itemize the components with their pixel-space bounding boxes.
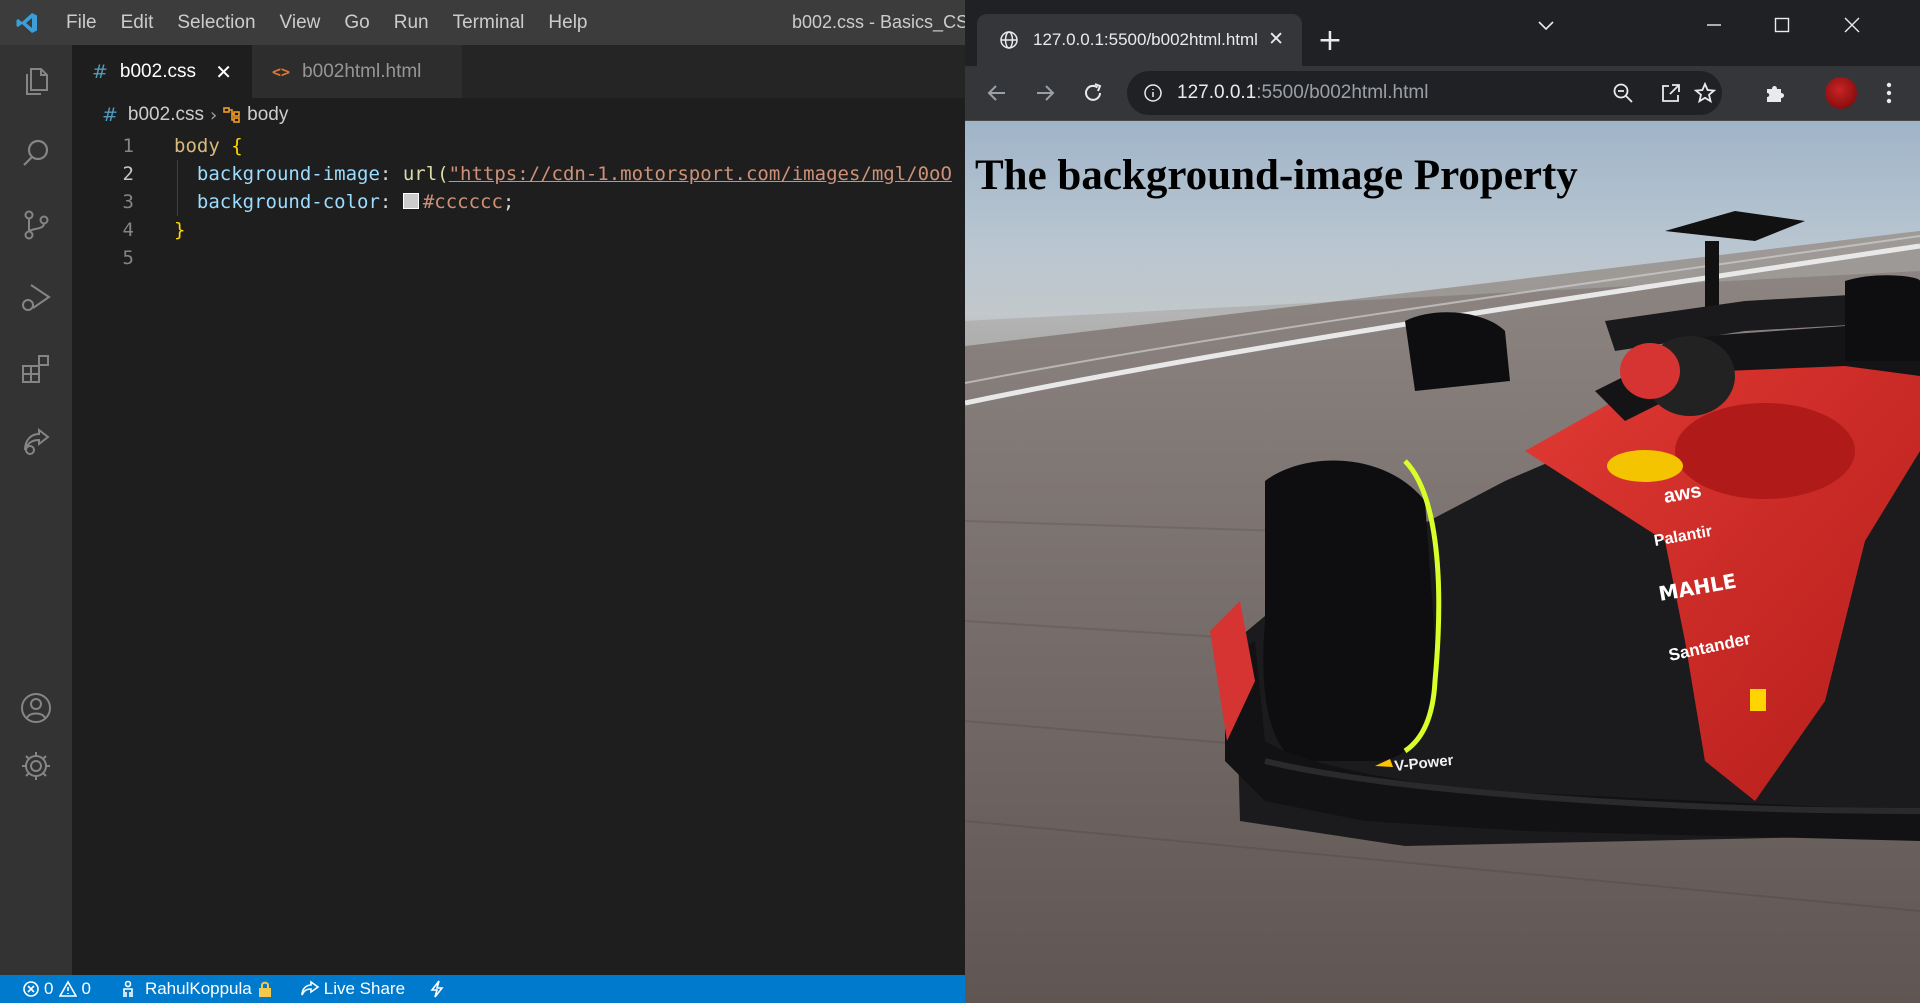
problems-indicator[interactable]: 0 0 <box>0 975 103 1003</box>
symbol-structure-icon <box>223 106 241 124</box>
html-file-icon: <> <box>272 62 291 81</box>
bookmark-star-icon[interactable] <box>1689 77 1721 109</box>
new-tab-button[interactable]: + <box>1312 22 1348 58</box>
semicolon: ; <box>502 191 515 213</box>
extensions-icon[interactable] <box>0 333 72 405</box>
more-menu-icon[interactable] <box>1871 75 1907 111</box>
warning-count: 0 <box>81 979 91 998</box>
profile-avatar[interactable] <box>1825 77 1857 109</box>
run-debug-icon[interactable] <box>0 261 72 333</box>
menubar: File Edit Selection View Go Run Terminal… <box>54 0 600 45</box>
live-share-label: Live Share <box>323 979 406 998</box>
close-window-icon[interactable] <box>1819 0 1885 50</box>
address-bar[interactable]: 127.0.0.1:5500/b002html.html <box>1127 71 1722 115</box>
line-number: 1 <box>122 135 134 157</box>
minimize-icon[interactable] <box>1681 0 1747 50</box>
breadcrumb: # b002.css › body <box>102 100 288 130</box>
color-swatch[interactable] <box>402 193 419 209</box>
browser-tabstrip: 127.0.0.1:5500/b002html.html ✕ + <box>965 0 1920 66</box>
maximize-icon[interactable] <box>1749 0 1815 50</box>
status-bar: 0 0 RahulKoppula Live Share <box>0 975 965 1003</box>
extensions-puzzle-icon[interactable] <box>1757 75 1793 111</box>
css-file-icon: # <box>102 104 118 126</box>
browser-tab[interactable]: 127.0.0.1:5500/b002html.html ✕ <box>977 14 1302 66</box>
css-color-value: #cccccc <box>422 191 503 213</box>
share-icon[interactable] <box>1655 77 1687 109</box>
warning-icon <box>59 980 78 997</box>
menu-edit[interactable]: Edit <box>109 0 166 45</box>
breadcrumb-file[interactable]: b002.css <box>128 104 204 126</box>
browser-tab-title: 127.0.0.1:5500/b002html.html <box>1033 30 1258 49</box>
background-photo: V-Power aws Palantir MAHLE Santander <box>965 211 1920 1003</box>
vscode-logo-icon <box>0 0 54 45</box>
menu-terminal[interactable]: Terminal <box>441 0 537 45</box>
live-share-icon[interactable] <box>0 405 72 477</box>
zoom-icon[interactable] <box>1607 77 1639 109</box>
menu-file[interactable]: File <box>54 0 109 45</box>
browser-window: 127.0.0.1:5500/b002html.html ✕ + 127.0.0… <box>965 0 1920 1003</box>
menu-help[interactable]: Help <box>536 0 599 45</box>
breadcrumb-symbol[interactable]: body <box>247 104 288 126</box>
brace-close: } <box>174 219 186 241</box>
tab-b002-css[interactable]: # b002.css ✕ <box>72 45 252 98</box>
browser-toolbar: 127.0.0.1:5500/b002html.html <box>965 66 1920 121</box>
window-title: b002.css - Basics_CSS <box>792 12 965 32</box>
search-icon[interactable] <box>0 117 72 189</box>
tab-label: b002html.html <box>302 60 422 82</box>
menu-selection[interactable]: Selection <box>165 0 267 45</box>
menu-go[interactable]: Go <box>332 0 381 45</box>
back-arrow-icon[interactable] <box>979 75 1015 111</box>
css-selector: body <box>174 135 220 157</box>
editor-tabs: # b002.css ✕ <> b002html.html <box>72 45 965 98</box>
brace-open: { <box>231 135 243 157</box>
menu-view[interactable]: View <box>268 0 333 45</box>
url-text: 127.0.0.1:5500/b002html.html <box>1177 82 1428 104</box>
css-function: url( <box>402 163 449 185</box>
page-viewport: V-Power aws Palantir MAHLE Santander The… <box>965 121 1920 1003</box>
tab-search-chevron-icon[interactable] <box>1513 0 1579 50</box>
tab-label: b002.css <box>119 60 196 82</box>
lightning-icon <box>430 980 444 998</box>
explorer-icon[interactable] <box>0 45 72 117</box>
code-editor[interactable]: 1 body { 2 background-image: url("https:… <box>72 132 965 972</box>
css-property: background-color <box>196 191 380 213</box>
vscode-window: File Edit Selection View Go Run Terminal… <box>0 0 965 1003</box>
close-tab-icon[interactable]: ✕ <box>215 60 232 84</box>
css-file-icon: # <box>92 60 108 83</box>
css-url-string[interactable]: "https://cdn-1.motorsport.com/images/mgl… <box>449 163 952 185</box>
forward-arrow-icon[interactable] <box>1027 75 1063 111</box>
live-server-status[interactable] <box>417 975 461 1003</box>
error-count: 0 <box>44 979 54 998</box>
live-share-icon <box>300 980 320 996</box>
line-number: 4 <box>122 219 134 241</box>
reload-icon[interactable] <box>1075 75 1111 111</box>
close-tab-icon[interactable]: ✕ <box>1268 28 1284 50</box>
error-icon <box>23 981 39 997</box>
activity-bar <box>0 45 72 975</box>
tab-b002html-html[interactable]: <> b002html.html <box>252 45 462 98</box>
user-name: RahulKoppula <box>144 979 252 998</box>
line-number: 2 <box>122 163 134 185</box>
line-number: 5 <box>122 247 134 269</box>
site-info-icon[interactable] <box>1143 83 1163 103</box>
account-status[interactable]: RahulKoppula <box>103 975 288 1003</box>
url-host: 127.0.0.1 <box>1177 82 1257 103</box>
line-number: 3 <box>122 191 134 213</box>
lock-icon <box>258 981 276 997</box>
chevron-right-icon: › <box>209 104 218 126</box>
settings-gear-icon[interactable] <box>0 730 72 802</box>
live-share-status[interactable]: Live Share <box>288 975 417 1003</box>
menu-run[interactable]: Run <box>382 0 441 45</box>
css-property: background-image <box>196 163 380 185</box>
globe-icon <box>999 30 1019 50</box>
person-icon <box>123 980 133 997</box>
source-control-icon[interactable] <box>0 189 72 261</box>
page-heading: The background-image Property <box>975 152 1578 199</box>
vscode-titlebar: File Edit Selection View Go Run Terminal… <box>0 0 965 45</box>
url-path: :5500/b002html.html <box>1256 82 1429 103</box>
